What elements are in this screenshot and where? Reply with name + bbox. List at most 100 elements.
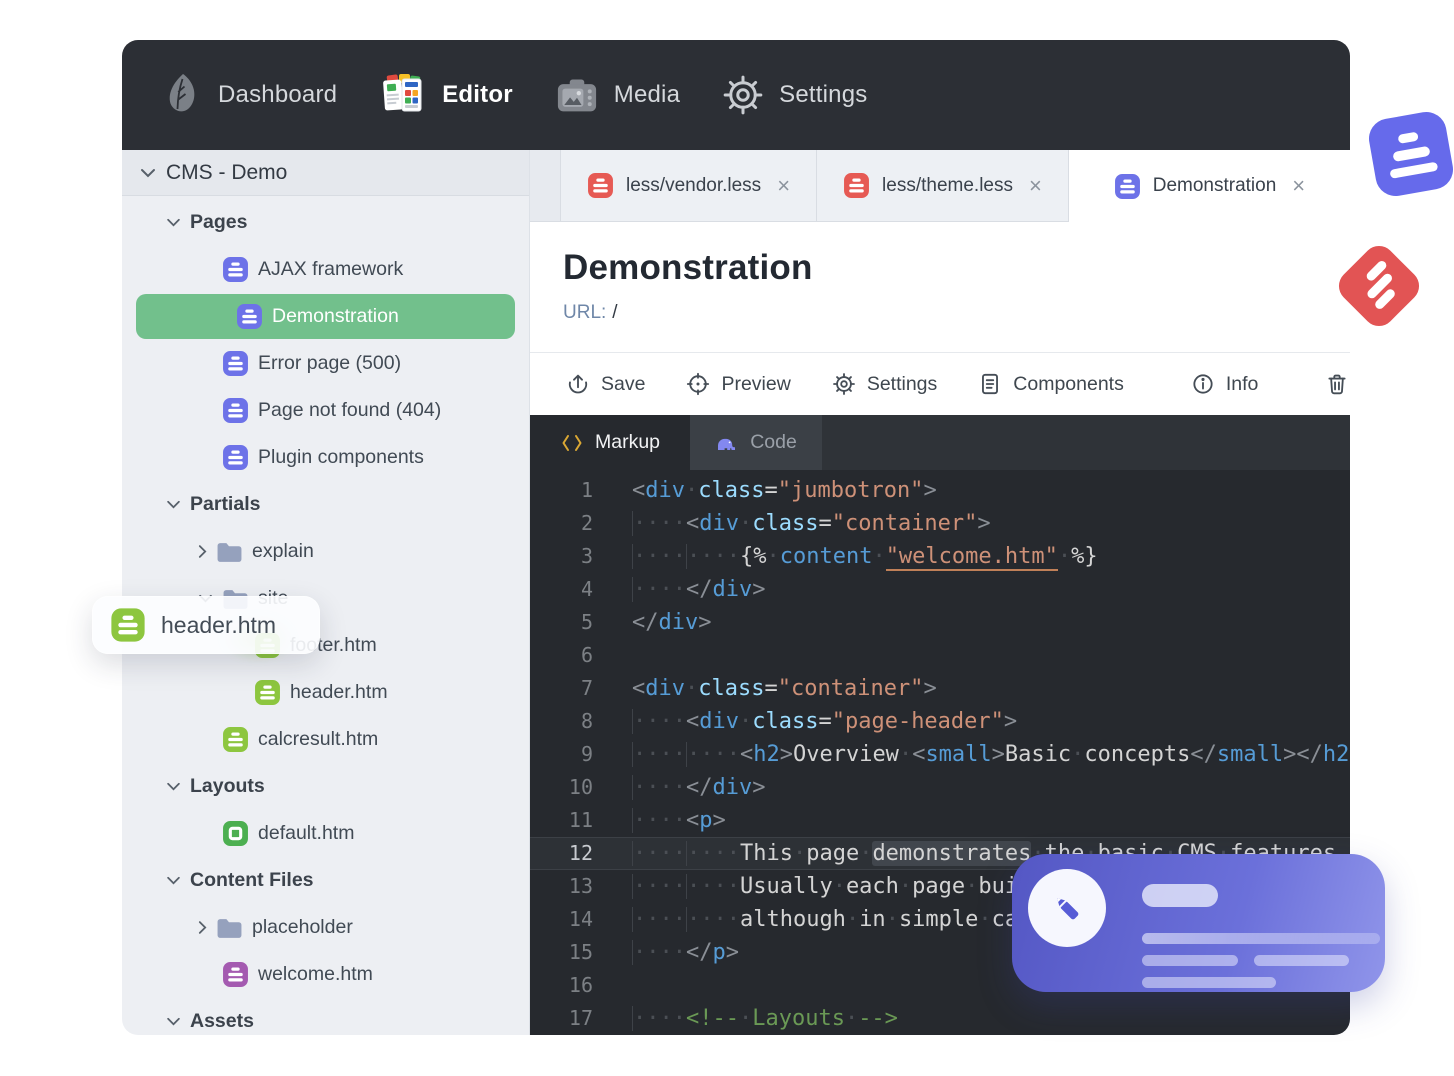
settings-button[interactable]: Settings <box>831 371 937 397</box>
page-title: Demonstration <box>563 248 813 287</box>
file-tab-less-vendor-less[interactable]: less/vendor.less × <box>560 150 817 222</box>
line-number: 8 <box>580 709 593 733</box>
tab-strip-lead <box>530 150 560 222</box>
doc-magenta-icon <box>223 962 248 987</box>
chevron-down-icon <box>167 218 180 227</box>
chevron-down-icon <box>167 1017 180 1026</box>
item-label: Plugin components <box>258 446 424 468</box>
line-number: 4 <box>580 577 593 601</box>
top-navigation: Dashboard Editor Media Settings <box>122 40 1350 150</box>
sidebar-item-page-not-found-404[interactable]: Page not found (404) <box>122 387 529 434</box>
skeleton-title-bar <box>1142 884 1218 907</box>
doc-green-icon <box>255 680 280 705</box>
line-number: 17 <box>568 1006 593 1030</box>
sidebar-section-partials[interactable]: Partials <box>122 481 529 528</box>
chevron-right-icon <box>198 545 207 558</box>
pencil-icon <box>1057 898 1079 920</box>
item-label: calcresult.htm <box>258 728 379 750</box>
line-number: 16 <box>568 973 593 997</box>
nav-label-dashboard: Dashboard <box>218 81 338 108</box>
sidebar-section-content-files[interactable]: Content Files <box>122 857 529 904</box>
line-number: 9 <box>580 742 593 766</box>
target-icon <box>687 372 710 396</box>
nav-item-editor[interactable]: Editor <box>379 73 513 117</box>
nav-item-media[interactable]: Media <box>555 75 680 115</box>
url-label: URL: <box>563 302 607 323</box>
sidebar-folder-explain[interactable]: explain <box>122 528 529 575</box>
preview-button[interactable]: Preview <box>685 371 791 397</box>
nav-item-settings[interactable]: Settings <box>722 74 867 116</box>
sidebar-item-welcome-htm[interactable]: welcome.htm <box>122 951 529 998</box>
item-label: Demonstration <box>272 305 399 327</box>
sidebar-item-default-htm[interactable]: default.htm <box>122 810 529 857</box>
item-label: AJAX framework <box>258 258 404 280</box>
sidebar-section-pages[interactable]: Pages <box>122 199 529 246</box>
sidebar-item-calcresult-htm[interactable]: calcresult.htm <box>122 716 529 763</box>
php-elephant-icon <box>718 438 736 450</box>
document-toolbar: Save Preview Settings Components Info <box>530 352 1350 415</box>
file-tab-less-theme-less[interactable]: less/theme.less × <box>816 150 1068 222</box>
url-value: / <box>612 302 618 323</box>
sidebar-item-header-htm[interactable]: header.htm <box>122 669 529 716</box>
chevron-down-icon <box>167 876 180 885</box>
code-line-17: 17 ····<!--·Layouts·--> <box>530 1002 1350 1035</box>
line-number: 15 <box>568 940 593 964</box>
item-label: placeholder <box>252 916 353 938</box>
file-tab-demonstration[interactable]: Demonstration × <box>1067 150 1350 222</box>
doc-purple-icon <box>223 445 248 470</box>
code-line-8: 8 ····<div·class="page-header"> <box>530 705 1350 738</box>
document-header: Demonstration URL: / <box>530 222 1350 352</box>
doc-purple-icon <box>223 398 248 423</box>
sidebar-root-item[interactable]: CMS - Demo <box>122 150 529 196</box>
sidebar-item-ajax-framework[interactable]: AJAX framework <box>122 246 529 293</box>
info-icon <box>1193 374 1213 394</box>
sidebar-section-layouts[interactable]: Layouts <box>122 763 529 810</box>
close-icon[interactable]: × <box>777 174 790 197</box>
angle-brackets-icon <box>562 434 582 451</box>
tab-label: less/vendor.less <box>626 174 762 196</box>
doc-red-icon <box>588 173 613 198</box>
sidebar-item-demonstration[interactable]: Demonstration <box>136 294 515 339</box>
components-button[interactable]: Components <box>977 371 1124 397</box>
sidebar-item-error-page-500[interactable]: Error page (500) <box>122 340 529 387</box>
close-icon[interactable]: × <box>1292 175 1305 197</box>
info-button[interactable]: Info <box>1190 371 1258 397</box>
code-line-6: 6 <box>530 639 1350 672</box>
save-upload-icon <box>568 374 588 394</box>
section-label: Pages <box>190 211 248 233</box>
line-number: 1 <box>580 478 593 502</box>
line-number: 12 <box>568 841 593 865</box>
chevron-down-icon <box>167 782 180 791</box>
item-label: welcome.htm <box>258 963 373 985</box>
nav-item-dashboard[interactable]: Dashboard <box>163 72 337 118</box>
code-line-11: 11 ····<p> <box>530 804 1350 837</box>
sidebar-item-plugin-components[interactable]: Plugin components <box>122 434 529 481</box>
item-label: Page not found (404) <box>258 399 442 421</box>
doc-purple-icon <box>237 304 262 329</box>
line-number: 11 <box>568 808 593 832</box>
section-label: Layouts <box>190 775 265 797</box>
edit-notification-card <box>1012 854 1385 992</box>
section-label: Partials <box>190 493 261 515</box>
sidebar-folder-placeholder[interactable]: placeholder <box>122 904 529 951</box>
nav-label-editor: Editor <box>442 81 513 108</box>
close-icon[interactable]: × <box>1029 174 1042 197</box>
tab-label: less/theme.less <box>882 174 1013 196</box>
code-line-9: 9 ········<h2>Overview·<small>Basic·conce… <box>530 738 1350 771</box>
save-button[interactable]: Save <box>565 371 645 397</box>
line-number: 14 <box>568 907 593 931</box>
tab-code[interactable]: Code <box>690 415 822 470</box>
item-label: Error page (500) <box>258 352 402 374</box>
skeleton-text-bar <box>1142 955 1238 966</box>
drag-ghost-card[interactable]: header.htm <box>92 596 320 654</box>
chevron-down-icon <box>167 500 180 509</box>
code-line-3: 3 ········{%·content·"welcome.htm"·%} <box>530 540 1350 573</box>
doc-purple-icon <box>223 257 248 282</box>
item-label: header.htm <box>290 681 388 703</box>
tab-markup[interactable]: Markup <box>530 415 690 470</box>
section-label: Assets <box>190 1010 254 1032</box>
code-line-5: 5 </div> <box>530 606 1350 639</box>
delete-button[interactable] <box>1324 371 1350 397</box>
components-list-icon <box>982 373 999 395</box>
sidebar-section-assets[interactable]: Assets <box>122 998 529 1035</box>
